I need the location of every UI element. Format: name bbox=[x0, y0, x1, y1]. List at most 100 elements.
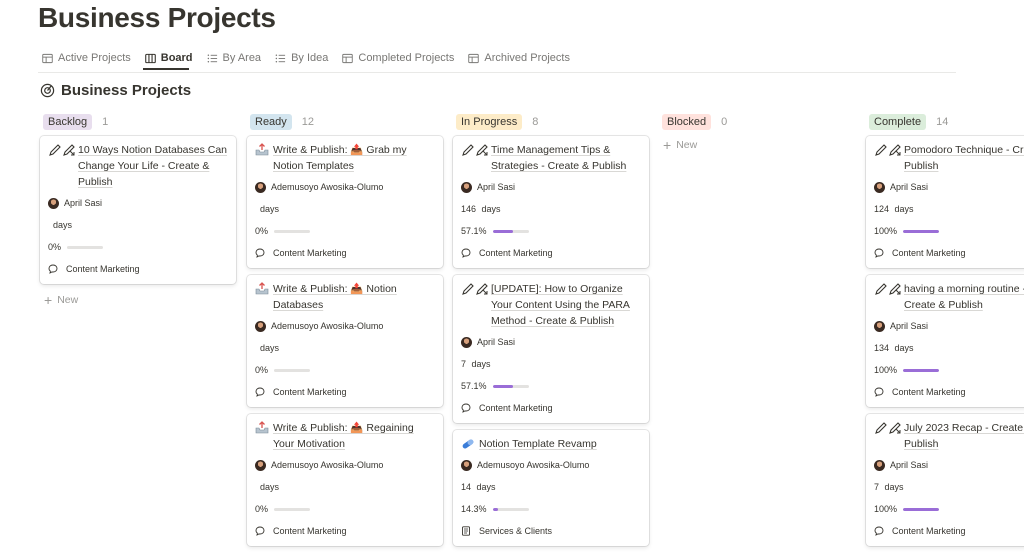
project-card[interactable]: Notion Template Revamp Ademusoyo Awosika-… bbox=[453, 430, 649, 546]
area-tag[interactable]: Content Marketing bbox=[874, 522, 1024, 540]
project-card[interactable]: having a morning routine - Create & Publ… bbox=[866, 275, 1024, 407]
tab-archived-projects[interactable]: Archived Projects bbox=[468, 50, 570, 66]
status-badge[interactable]: Backlog bbox=[43, 114, 93, 130]
board-view-title[interactable]: Business Projects bbox=[40, 82, 191, 99]
card-title[interactable]: 10 Ways Notion Databases Can Change Your… bbox=[48, 142, 228, 190]
project-card[interactable]: 10 Ways Notion Databases Can Change Your… bbox=[40, 136, 236, 284]
status-badge[interactable]: Complete bbox=[869, 114, 927, 130]
card-title[interactable]: Time Management Tips & Strategies - Crea… bbox=[461, 142, 641, 174]
pencil-icon bbox=[461, 143, 489, 162]
board-column-in-progress: In Progress 8 Time Management Tips & Strat… bbox=[453, 114, 649, 553]
area-tag[interactable]: Content Marketing bbox=[255, 383, 435, 401]
project-card[interactable]: Write & Publish: 📤 Grab my Notion Templa… bbox=[247, 136, 443, 268]
days-label: days bbox=[476, 482, 496, 492]
tab-by-area[interactable]: By Area bbox=[207, 50, 261, 66]
area-tag[interactable]: Content Marketing bbox=[48, 260, 228, 278]
days-property: 134 days bbox=[874, 339, 1024, 357]
card-title[interactable]: Write & Publish: 📤 Regaining Your Motiva… bbox=[255, 420, 435, 452]
speech-bubble-icon bbox=[461, 248, 475, 258]
pencil-icon bbox=[874, 282, 902, 301]
area-tag[interactable]: Content Marketing bbox=[461, 399, 641, 417]
card-title[interactable]: [UPDATE]: How to Organize Your Content U… bbox=[461, 281, 641, 329]
area-tag[interactable]: Services & Clients bbox=[461, 522, 641, 540]
owner-name: April Sasi bbox=[890, 321, 929, 331]
new-card-button[interactable]: + New bbox=[40, 291, 236, 309]
card-title-text: July 2023 Recap - Create & Publish bbox=[904, 422, 1024, 450]
card-title[interactable]: Notion Template Revamp bbox=[461, 436, 641, 452]
progress-percent: 0% bbox=[255, 365, 269, 375]
speech-bubble-icon bbox=[255, 387, 269, 397]
view-tabs: Active Projects Board By Area By Idea Comple… bbox=[42, 50, 584, 72]
project-card[interactable]: [UPDATE]: How to Organize Your Content U… bbox=[453, 275, 649, 423]
progress-bar bbox=[903, 368, 940, 372]
status-badge[interactable]: In Progress bbox=[456, 114, 523, 130]
board-view-title-label: Business Projects bbox=[61, 82, 192, 99]
progress-property: 57.1% bbox=[461, 377, 641, 395]
new-card-label: New bbox=[57, 294, 79, 306]
card-title[interactable]: July 2023 Recap - Create & Publish bbox=[874, 420, 1024, 452]
days-value: 134 bbox=[874, 343, 890, 353]
status-badge[interactable]: Ready bbox=[250, 114, 292, 130]
days-property: 7 days bbox=[874, 478, 1024, 496]
progress-bar-fill bbox=[492, 229, 514, 233]
days-label: days bbox=[481, 204, 501, 214]
days-property: days bbox=[255, 339, 435, 357]
days-property: days bbox=[255, 200, 435, 218]
owner-property[interactable]: Ademusoyo Awosika-Olumo bbox=[255, 456, 435, 474]
table-icon bbox=[342, 53, 358, 64]
project-card[interactable]: July 2023 Recap - Create & Publish April … bbox=[866, 414, 1024, 546]
owner-property[interactable]: April Sasi bbox=[461, 178, 641, 196]
avatar bbox=[255, 320, 266, 332]
new-card-button[interactable]: + New bbox=[659, 136, 855, 154]
owner-property[interactable]: April Sasi bbox=[874, 178, 1024, 196]
owner-property[interactable]: April Sasi bbox=[461, 333, 641, 351]
pencil-icon bbox=[48, 143, 76, 162]
avatar bbox=[48, 197, 59, 209]
days-label: days bbox=[894, 204, 914, 214]
pencil-icon bbox=[461, 282, 489, 301]
days-property: 124 days bbox=[874, 200, 1024, 218]
column-count: 0 bbox=[721, 116, 728, 128]
area-tag[interactable]: Content Marketing bbox=[255, 244, 435, 262]
page-title: Business Projects bbox=[38, 2, 276, 33]
card-title[interactable]: Write & Publish: 📤 Grab my Notion Templa… bbox=[255, 142, 435, 174]
area-tag[interactable]: Content Marketing bbox=[255, 522, 435, 540]
project-card[interactable]: Time Management Tips & Strategies - Crea… bbox=[453, 136, 649, 268]
column-count: 8 bbox=[532, 116, 539, 128]
area-tag-label: Services & Clients bbox=[479, 526, 553, 536]
tab-by-idea[interactable]: By Idea bbox=[275, 50, 328, 66]
owner-property[interactable]: April Sasi bbox=[874, 317, 1024, 335]
owner-property[interactable]: Ademusoyo Awosika-Olumo bbox=[255, 178, 435, 196]
status-badge[interactable]: Blocked bbox=[662, 114, 712, 130]
days-label: days bbox=[260, 343, 280, 353]
area-tag[interactable]: Content Marketing bbox=[874, 244, 1024, 262]
column-count: 14 bbox=[936, 116, 949, 128]
project-card[interactable]: Pomodoro Technique - Create & Publish Apr… bbox=[866, 136, 1024, 268]
tab-active-projects[interactable]: Active Projects bbox=[42, 50, 131, 66]
card-title-text: Pomodoro Technique - Create & Publish bbox=[904, 144, 1024, 172]
progress-bar bbox=[67, 245, 104, 249]
days-label: days bbox=[260, 482, 280, 492]
owner-property[interactable]: Ademusoyo Awosika-Olumo bbox=[255, 317, 435, 335]
progress-bar-fill bbox=[492, 507, 498, 511]
pencil-icon bbox=[874, 421, 902, 440]
tab-label: Active Projects bbox=[58, 52, 131, 64]
project-card[interactable]: Write & Publish: 📤 Regaining Your Motiva… bbox=[247, 414, 443, 546]
days-label: days bbox=[260, 204, 280, 214]
project-card[interactable]: Write & Publish: 📤 Notion Databases Ademu… bbox=[247, 275, 443, 407]
tab-label: Archived Projects bbox=[484, 52, 570, 64]
area-tag[interactable]: Content Marketing bbox=[874, 383, 1024, 401]
column-count: 12 bbox=[301, 116, 315, 128]
tab-board[interactable]: Board bbox=[144, 50, 193, 66]
document-icon bbox=[461, 526, 475, 536]
tab-completed-projects[interactable]: Completed Projects bbox=[342, 50, 454, 66]
area-tag[interactable]: Content Marketing bbox=[461, 244, 641, 262]
owner-property[interactable]: April Sasi bbox=[874, 456, 1024, 474]
list-icon bbox=[275, 53, 291, 64]
owner-property[interactable]: April Sasi bbox=[48, 194, 228, 212]
progress-percent: 0% bbox=[255, 226, 269, 236]
card-title[interactable]: Pomodoro Technique - Create & Publish bbox=[874, 142, 1024, 174]
card-title[interactable]: Write & Publish: 📤 Notion Databases bbox=[255, 281, 435, 313]
card-title[interactable]: having a morning routine - Create & Publ… bbox=[874, 281, 1024, 313]
owner-property[interactable]: Ademusoyo Awosika-Olumo bbox=[461, 456, 641, 474]
